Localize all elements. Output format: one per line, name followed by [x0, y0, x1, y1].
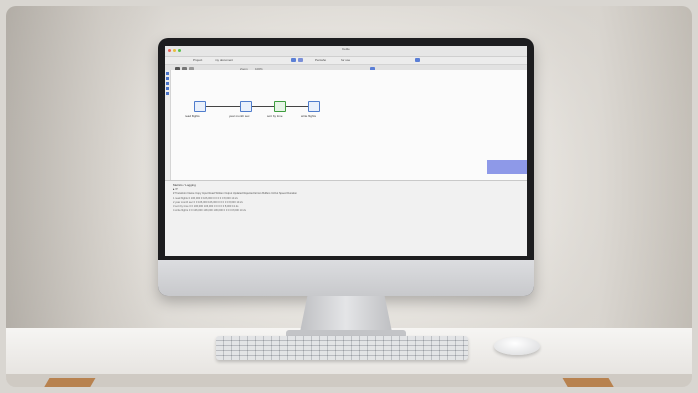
perspective-icon[interactable]	[415, 58, 420, 62]
menu-item-for-use[interactable]: for use	[341, 58, 350, 62]
step-label: write flights	[301, 114, 317, 118]
table-row[interactable]: 4 write flights 0 0 106,000 106,000 106,…	[173, 209, 403, 213]
step-sort-icon[interactable]	[274, 101, 286, 112]
step-label: sort by time	[267, 114, 283, 118]
sidebar-design-icon[interactable]	[166, 72, 169, 75]
monitor-stand-neck	[300, 296, 392, 332]
monitor-chin	[158, 260, 534, 296]
window-titlebar: Kettle	[165, 46, 527, 57]
sidebar-files-icon[interactable]	[166, 82, 169, 85]
selection-highlight	[487, 160, 527, 174]
sidebar-search-icon[interactable]	[166, 92, 169, 95]
run-icon[interactable]	[291, 58, 296, 62]
step-year-month-icon[interactable]	[240, 101, 252, 112]
keyboard	[216, 336, 468, 360]
menu-item-project[interactable]: Project	[193, 58, 202, 62]
menu-item-pentaho[interactable]: Pentaho	[315, 58, 326, 62]
hop-arrow	[286, 106, 308, 107]
stop-icon[interactable]	[298, 58, 303, 62]
window-title: Kettle	[342, 47, 350, 51]
desk-leg-right	[562, 378, 616, 387]
sidebar-metadata-icon[interactable]	[166, 87, 169, 90]
sidebar-explore-icon[interactable]	[166, 77, 169, 80]
monitor-screen: Kettle Project my document Pentaho for u…	[165, 46, 527, 256]
log-toolbar[interactable]: ▸ ⟳	[173, 187, 178, 191]
desk-leg-left	[42, 378, 96, 387]
step-read-flights-icon[interactable]	[194, 101, 206, 112]
step-write-flights-icon[interactable]	[308, 101, 320, 112]
step-label: year month sec	[229, 114, 250, 118]
metrics-table-header: # Transform Name Copy Input Read Written…	[173, 192, 297, 195]
hop-arrow	[206, 106, 240, 107]
step-label: read flights	[185, 114, 200, 118]
hop-arrow	[252, 106, 274, 107]
log-pane: Metrics / Logging ▸ ⟳ # Transform Name C…	[165, 180, 527, 256]
menubar: Project my document Pentaho for use	[165, 57, 527, 65]
pipeline-canvas[interactable]: read flights year month sec sort by time…	[171, 70, 527, 180]
menu-item-document[interactable]: my document	[215, 58, 233, 62]
mouse	[494, 337, 540, 355]
